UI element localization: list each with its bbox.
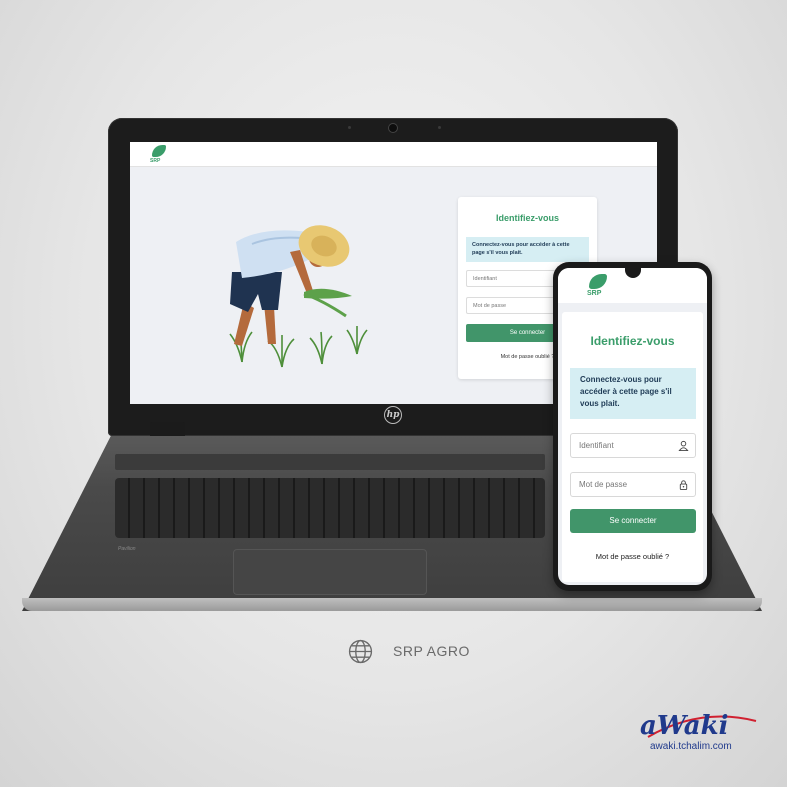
sensor-dot [438,126,441,129]
farmer-illustration [229,225,368,368]
login-title: Identifiez-vous [590,334,675,348]
webcam [389,124,397,132]
awaki-url: awaki.tchalim.com [650,741,732,752]
keyboard [115,478,545,538]
username-input[interactable]: Identifiant [570,433,696,458]
password-placeholder: Mot de passe [579,480,628,489]
forgot-password-link[interactable]: Mot de passe oublié ? [562,552,703,561]
globe-icon [348,639,373,663]
site-header: SRP [130,142,657,167]
awaki-watermark[interactable]: aWaki awaki.tchalim.com [640,711,760,759]
login-card: Identifiez-vous Connectez-vous pour accé… [562,312,703,582]
srp-logo[interactable]: SRP [148,145,172,165]
laptop-brand-tag: Pavilion [118,546,136,552]
leaf-icon [152,145,166,157]
laptop-deck-edge [22,598,762,611]
lock-icon [679,480,688,490]
password-input[interactable]: Mot de passe [570,472,696,497]
srp-logo[interactable]: SRP [583,274,613,300]
rice-plants [229,326,368,368]
username-placeholder: Identifiant [579,441,614,450]
touchpad [233,549,427,595]
awaki-logo: aWaki [640,711,729,741]
caption-text: SRP AGRO [393,643,470,659]
phone-mockup: SRP Identifiez-vous Connectez-vous pour … [553,262,712,591]
login-button[interactable]: Se connecter [570,509,696,533]
user-icon [678,440,689,451]
leaf-icon [589,274,607,289]
sensor-dot [348,126,351,129]
logo-text: SRP [150,158,161,164]
login-title: Identifiez-vous [495,213,559,223]
hp-logo: hp [384,406,402,424]
login-info-alert: Connectez-vous pour accéder à cette page… [570,368,696,419]
logo-text: SRP [587,290,602,297]
login-info-alert: Connectez-vous pour accéder à cette page… [466,237,589,262]
project-caption: SRP AGRO [348,638,470,664]
phone-screen: SRP Identifiez-vous Connectez-vous pour … [558,268,707,585]
speaker-grille [115,454,545,470]
